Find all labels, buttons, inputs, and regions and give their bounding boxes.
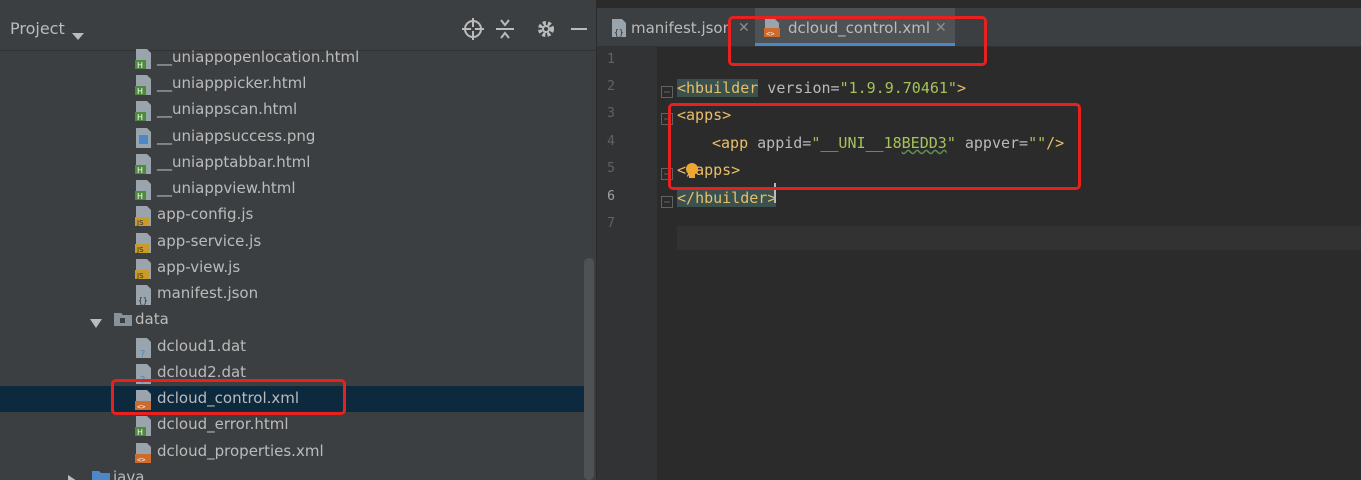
caret-line-highlight <box>677 226 1361 250</box>
locate-file-icon[interactable] <box>462 18 484 40</box>
tree-item-label: dcloud_error.html <box>157 415 289 433</box>
tree-file[interactable]: <> dcloud_properties.xml <box>0 439 586 465</box>
top-toolbar-strip <box>0 0 596 8</box>
chevron-down-icon[interactable] <box>90 314 102 333</box>
svg-text:{}: {} <box>138 296 148 305</box>
tree-file[interactable]: Hdcloud_error.html <box>0 412 586 438</box>
tree-folder[interactable]: java <box>0 465 586 480</box>
tree-file[interactable]: JS app-view.js <box>0 255 586 281</box>
js-file-icon: JS <box>135 205 153 231</box>
tree-item-label: dcloud1.dat <box>157 337 247 355</box>
chevron-right-icon[interactable] <box>68 472 78 480</box>
minimize-icon[interactable] <box>568 18 590 40</box>
svg-text:H: H <box>137 166 143 175</box>
svg-text:?: ? <box>140 349 145 359</box>
tree-file[interactable]: H __uniappview.html <box>0 176 586 202</box>
line-number: 4 <box>607 134 615 149</box>
line-number-gutter: 1 2 3 4 5 6 7 <box>597 47 657 480</box>
tree-item-label: app-config.js <box>157 205 254 223</box>
svg-text:H: H <box>137 428 143 437</box>
tree-item-label: java <box>113 468 145 480</box>
svg-text:H: H <box>137 87 143 96</box>
svg-text:<>: <> <box>137 456 145 464</box>
line-number: 5 <box>607 161 615 176</box>
scrollbar[interactable] <box>584 258 594 480</box>
svg-text:H: H <box>137 113 143 122</box>
tree-folder[interactable]: data <box>0 307 586 333</box>
tree-item-label: __uniappscan.html <box>157 100 298 118</box>
line-number: 3 <box>607 106 615 121</box>
svg-text:JS: JS <box>136 219 144 227</box>
tree-item-label: dcloud_properties.xml <box>157 442 324 460</box>
tree-file[interactable]: H __uniappopenlocation.html <box>0 45 586 71</box>
tree-item-label: app-service.js <box>157 232 262 250</box>
tree-file[interactable]: ? dcloud1.dat <box>0 334 586 360</box>
fold-marker-icon[interactable] <box>661 83 673 102</box>
svg-text:JS: JS <box>136 246 144 254</box>
tree-item-label: __uniappview.html <box>157 179 296 197</box>
code-line-2: <hbuilder version="1.9.9.70461"> <box>677 79 966 97</box>
gear-icon[interactable] <box>535 18 557 40</box>
project-panel: Project H __uniappopenlocation.html H __uni… <box>0 0 596 480</box>
folder-icon <box>113 310 133 332</box>
html-file-icon: H <box>135 415 153 441</box>
tree-item-label: data <box>135 310 169 328</box>
tree-item-label: __uniapptabbar.html <box>157 153 311 171</box>
tree-file[interactable]: {} manifest.json <box>0 281 586 307</box>
project-panel-title[interactable]: Project <box>10 19 65 38</box>
folder-icon <box>91 468 111 480</box>
tree-item-label: app-view.js <box>157 258 241 276</box>
line-number: 6 <box>607 189 615 204</box>
svg-text:H: H <box>137 192 143 201</box>
annotation-box-active-tab <box>728 16 987 66</box>
html-file-icon: H <box>135 100 153 126</box>
tree-item-label: __uniappopenlocation.html <box>157 48 360 66</box>
line-number: 2 <box>607 79 615 94</box>
annotation-box-apps-block <box>668 103 1081 190</box>
tree-file[interactable]: __uniappsuccess.png <box>0 124 586 150</box>
tree-file[interactable]: JS app-config.js <box>0 202 586 228</box>
tree-file[interactable]: H __uniapptabbar.html <box>0 150 586 176</box>
line-number: 7 <box>607 216 615 231</box>
tree-file[interactable]: H __uniappscan.html <box>0 97 586 123</box>
fold-marker-icon[interactable] <box>661 193 673 212</box>
svg-text:H: H <box>137 61 143 70</box>
tab-label: manifest.json <box>631 19 733 37</box>
annotation-box-selected-file <box>111 379 346 415</box>
svg-text:{}: {} <box>614 28 624 37</box>
collapse-all-icon[interactable] <box>494 18 516 40</box>
tree-item-label: __uniappsuccess.png <box>157 127 316 145</box>
line-number: 1 <box>607 52 615 67</box>
code-line-6: </hbuilder> <box>677 189 777 207</box>
json-file-icon: {} <box>611 18 627 42</box>
svg-text:JS: JS <box>136 272 144 280</box>
tree-file[interactable]: H __uniapppicker.html <box>0 71 586 97</box>
tree-file[interactable]: JS app-service.js <box>0 229 586 255</box>
editor-area: {} manifest.json ✕ <> dcloud_control.xml… <box>597 0 1361 480</box>
tree-item-label: manifest.json <box>157 284 259 302</box>
tree-item-label: __uniapppicker.html <box>157 74 307 92</box>
chevron-down-icon[interactable] <box>72 26 84 45</box>
